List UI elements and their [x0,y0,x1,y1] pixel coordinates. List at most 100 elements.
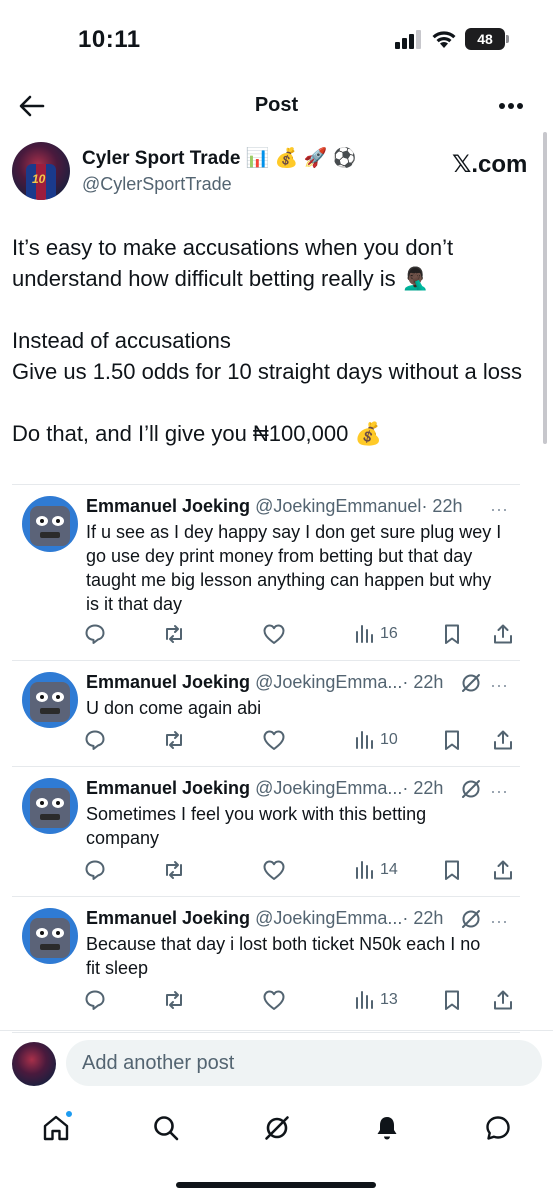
divider [12,766,520,767]
divider [12,484,520,485]
reply-line: taught me big lesson anything can happen… [86,570,492,590]
page-title: Post [254,94,299,116]
reply-line: fit sleep [86,958,149,978]
author-handle[interactable]: @CylerSportTrade [82,174,232,195]
tab-notifications[interactable] [367,1108,407,1148]
reply-actions: 10 [84,728,514,752]
bookmark-icon [445,730,459,750]
views-count: 14 [380,861,398,878]
reply-author-handle[interactable]: @JoekingEmma... [255,908,402,928]
reply-more-icon[interactable]: ··· [490,782,512,802]
views-icon [356,625,373,643]
reply-author-name[interactable]: Emmanuel Joeking [86,672,250,692]
reply-time: · 22h [402,908,444,928]
reply-author-name[interactable]: Emmanuel Joeking [86,496,250,516]
reply-button[interactable] [84,858,106,882]
repost-button[interactable] [162,622,186,646]
heart-icon [263,624,285,644]
views-button[interactable]: 13 [354,988,398,1012]
reply-line: If u see as I dey happy say I don get su… [86,522,502,542]
views-button[interactable]: 10 [354,728,398,752]
reply-author-name[interactable]: Emmanuel Joeking [86,908,250,928]
author-name[interactable]: Cyler Sport Trade 📊 💰 🚀 ⚽ [82,146,356,170]
reply-author-name[interactable]: Emmanuel Joeking [86,778,250,798]
avatar-number: 10 [32,172,46,186]
views-count: 16 [380,625,398,642]
post-body: It’s easy to make accusations when you d… [12,232,547,449]
post-header: Post [0,82,553,132]
share-icon [494,624,512,644]
reply-avatar[interactable] [22,496,78,552]
bookmark-button[interactable] [442,728,462,752]
tab-search[interactable] [146,1108,186,1148]
reply-line: U don come again abi [86,698,262,718]
reply-text: If u see as I dey happy say I don get su… [86,520,516,616]
reply-avatar[interactable] [22,778,78,834]
reply-time: · 22h [402,778,444,798]
grok-icon [265,1116,289,1140]
reply-time: · 22h [402,672,444,692]
grok-icon[interactable] [460,778,482,800]
grok-icon[interactable] [460,908,482,930]
source-link[interactable]: 𝕏.com [452,150,527,179]
more-options-button[interactable] [493,88,529,124]
user-avatar[interactable] [12,1042,56,1086]
share-button[interactable] [492,622,514,646]
share-icon [494,990,512,1010]
repost-button[interactable] [162,728,186,752]
reply-line: Sometimes I feel you work with this bett… [86,804,427,824]
share-button[interactable] [492,728,514,752]
bottom-tab-bar [0,1100,553,1156]
author-avatar[interactable]: 10 [12,142,70,200]
notifications-icon [377,1117,397,1140]
views-button[interactable]: 14 [354,858,398,882]
like-button[interactable] [262,988,286,1012]
wifi-icon [432,31,456,48]
tab-messages[interactable] [478,1108,518,1148]
reply-more-icon[interactable]: ··· [490,676,512,696]
reply-button[interactable] [84,988,106,1012]
views-icon [356,991,373,1009]
like-button[interactable] [262,622,286,646]
reply-more-icon[interactable]: ··· [490,500,512,520]
tab-grok[interactable] [257,1108,297,1148]
bookmark-button[interactable] [442,988,462,1012]
add-post-input[interactable]: Add another post [66,1040,542,1086]
tab-home[interactable] [36,1108,76,1148]
share-button[interactable] [492,988,514,1012]
reply-line: is it that day [86,594,183,614]
share-icon [494,860,512,880]
reply-author-handle[interactable]: @JoekingEmma... [255,672,402,692]
like-button[interactable] [262,728,286,752]
reply-icon [85,860,105,880]
grok-icon[interactable] [460,672,482,694]
home-indicator[interactable] [176,1182,376,1188]
reply-header: Emmanuel Joeking @JoekingEmmanuel· 22h [86,496,462,517]
divider [12,1032,520,1033]
more-horizontal-icon [499,103,523,109]
views-button[interactable]: 16 [354,622,398,646]
status-icons: 48 [395,28,509,50]
reply-button[interactable] [84,622,106,646]
reply-more-icon[interactable]: ··· [490,912,512,932]
bookmark-icon [445,990,459,1010]
reply-icon [85,990,105,1010]
reply-avatar[interactable] [22,908,78,964]
reply-author-handle[interactable]: @JoekingEmma... [255,778,402,798]
post-line: understand how difficult betting really … [12,266,430,291]
views-count: 10 [380,731,398,748]
share-button[interactable] [492,858,514,882]
reply-avatar[interactable] [22,672,78,728]
repost-button[interactable] [162,988,186,1012]
bookmark-button[interactable] [442,622,462,646]
reply-icon [85,730,105,750]
heart-icon [263,860,285,880]
views-count: 13 [380,991,398,1008]
repost-button[interactable] [162,858,186,882]
bookmark-button[interactable] [442,858,462,882]
reply-button[interactable] [84,728,106,752]
reply-author-handle[interactable]: @JoekingEmmanuel [255,496,421,516]
bookmark-icon [445,624,459,644]
home-notification-dot [65,1110,73,1118]
like-button[interactable] [262,858,286,882]
